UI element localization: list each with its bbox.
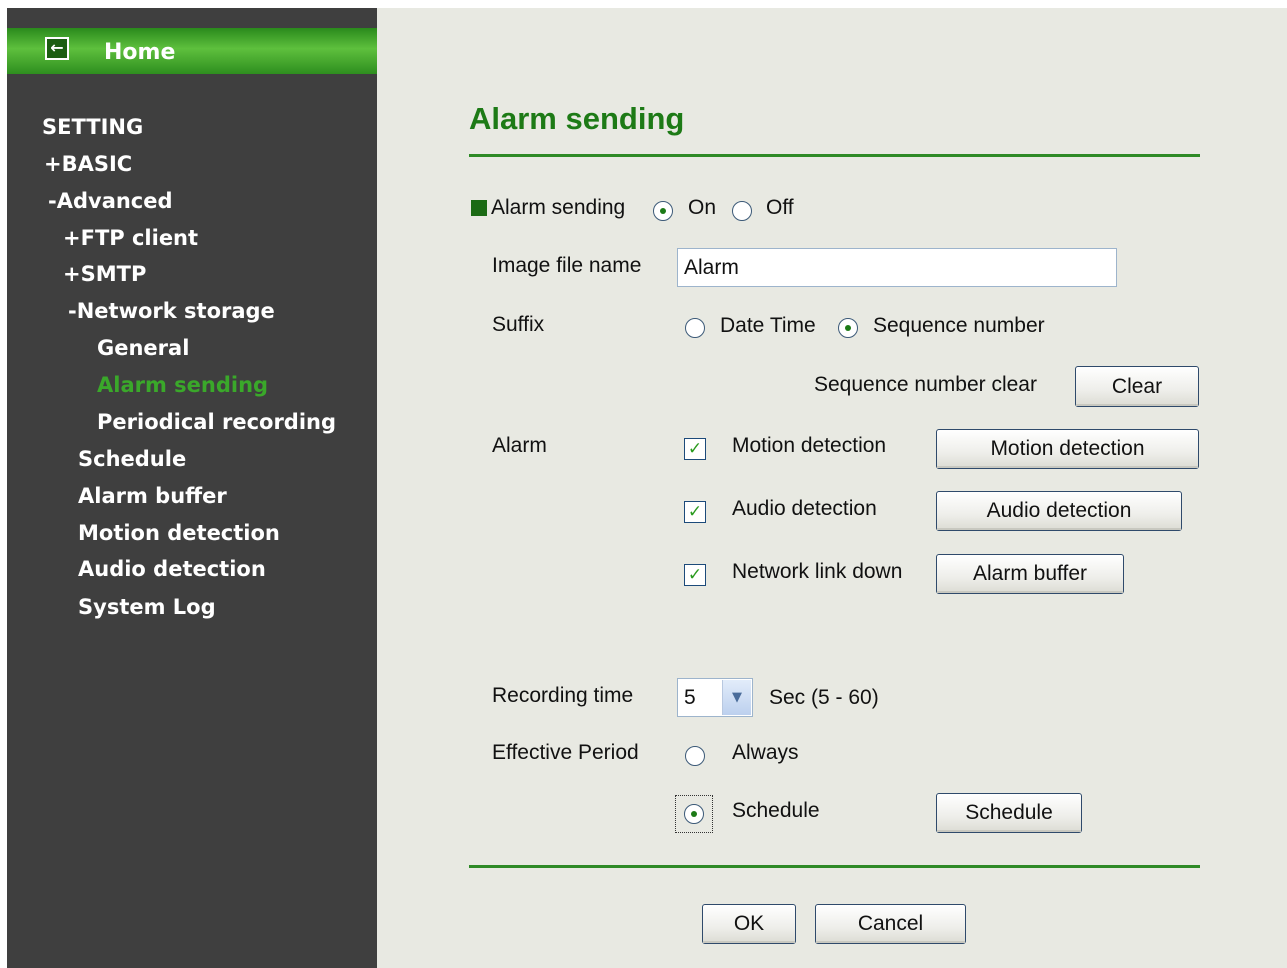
clear-button[interactable]: Clear	[1075, 366, 1199, 407]
effective-period-always-label: Always	[732, 741, 799, 764]
motion-detection-button[interactable]: Motion detection	[936, 429, 1199, 469]
back-arrow-icon[interactable]: ←	[45, 37, 69, 60]
sidebar-item-network-storage[interactable]: -Network storage	[68, 298, 275, 324]
recording-time-unit: Sec (5 - 60)	[769, 686, 879, 709]
sidebar-item-smtp[interactable]: +SMTP	[63, 261, 146, 287]
recording-time-label: Recording time	[492, 684, 634, 707]
suffix-sequence-number-label: Sequence number	[873, 314, 1045, 337]
section-marker-icon	[471, 200, 487, 216]
sidebar-item-audio-detection[interactable]: Audio detection	[78, 556, 266, 582]
sequence-number-clear-label: Sequence number clear	[814, 373, 1037, 396]
sidebar-item-schedule[interactable]: Schedule	[78, 446, 186, 472]
motion-detection-label: Motion detection	[732, 434, 887, 457]
sidebar-heading-setting: SETTING	[42, 115, 144, 139]
cancel-button[interactable]: Cancel	[815, 904, 966, 944]
bottom-divider	[469, 865, 1200, 868]
image-file-name-label: Image file name	[492, 254, 642, 277]
suffix-sequence-number-radio[interactable]	[838, 318, 858, 338]
audio-detection-label: Audio detection	[732, 497, 877, 520]
network-link-down-checkbox[interactable]: ✓	[684, 564, 706, 586]
audio-detection-checkbox[interactable]: ✓	[684, 501, 706, 523]
schedule-button[interactable]: Schedule	[936, 793, 1082, 833]
home-link[interactable]: ← Home	[7, 28, 377, 74]
sidebar-item-alarm-sending[interactable]: Alarm sending	[97, 372, 268, 398]
suffix-date-time-label: Date Time	[720, 314, 816, 337]
title-divider	[469, 154, 1200, 157]
sidebar: ← Home SETTING +BASIC -Advanced +FTP cli…	[7, 8, 377, 968]
main-panel: Alarm sending Alarm sending On Off Image…	[377, 8, 1287, 968]
alarm-sending-on-label: On	[688, 196, 717, 219]
sidebar-item-system-log[interactable]: System Log	[78, 594, 216, 620]
network-link-down-label: Network link down	[732, 560, 903, 583]
recording-time-value: 5	[684, 686, 696, 709]
alarm-buffer-button[interactable]: Alarm buffer	[936, 554, 1124, 594]
sidebar-item-basic[interactable]: +BASIC	[44, 151, 132, 177]
suffix-label: Suffix	[492, 313, 545, 336]
recording-time-select[interactable]: 5 ▼	[677, 678, 753, 717]
audio-detection-button[interactable]: Audio detection	[936, 491, 1182, 531]
home-label[interactable]: Home	[104, 40, 175, 65]
effective-period-schedule-label: Schedule	[732, 799, 820, 822]
alarm-sending-off-label: Off	[766, 196, 794, 219]
sidebar-item-periodical-recording[interactable]: Periodical recording	[97, 409, 336, 435]
sidebar-item-motion-detection[interactable]: Motion detection	[78, 520, 280, 546]
sidebar-item-general[interactable]: General	[97, 335, 189, 361]
effective-period-label: Effective Period	[492, 741, 639, 764]
alarm-sending-label: Alarm sending	[491, 196, 626, 219]
alarm-sending-off-radio[interactable]	[732, 201, 752, 221]
motion-detection-checkbox[interactable]: ✓	[684, 438, 706, 460]
effective-period-schedule-radio[interactable]	[684, 804, 704, 824]
effective-period-always-radio[interactable]	[685, 746, 705, 766]
sidebar-item-alarm-buffer[interactable]: Alarm buffer	[78, 483, 227, 509]
page-title: Alarm sending	[469, 101, 685, 136]
ok-button[interactable]: OK	[702, 904, 796, 944]
sidebar-item-ftp-client[interactable]: +FTP client	[63, 225, 198, 251]
sidebar-item-advanced[interactable]: -Advanced	[48, 188, 173, 214]
chevron-down-icon[interactable]: ▼	[722, 680, 751, 715]
suffix-date-time-radio[interactable]	[685, 318, 705, 338]
alarm-label: Alarm	[492, 434, 547, 457]
image-file-name-input[interactable]	[677, 248, 1117, 287]
alarm-sending-on-radio[interactable]	[653, 201, 673, 221]
